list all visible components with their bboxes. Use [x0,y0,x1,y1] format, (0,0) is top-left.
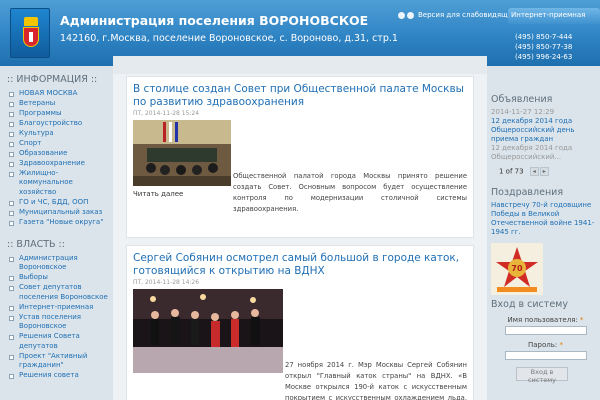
sidebar-item-council-decisions[interactable]: Решения Совета депутатов [4,332,108,351]
square-bullet-icon [9,131,14,137]
announcements-title: Объявления [491,94,553,105]
circle-icon [398,12,405,19]
news-article: В столице создан Совет при Общественной … [126,76,474,238]
username-field[interactable] [504,326,587,335]
sidebar-item-housing[interactable]: Жилищно-коммунальное хозяйство [4,169,108,198]
info-menu: НОВАЯ МОСКВА Ветераны Программы Благоуст… [4,89,108,228]
crown-icon [24,17,38,26]
sidebar-item-active-citizen[interactable]: Проект "Активный гражданин" [4,352,108,371]
square-bullet-icon [9,111,14,117]
sidebar-item-elections[interactable]: Выборы [4,273,108,283]
sidebar-item-internet-reception[interactable]: Интернет-приемная [4,303,108,313]
coat-of-arms-logo[interactable] [10,8,50,58]
password-label: Пароль: * [528,341,563,349]
phone-number: (495) 996-24-63 [515,53,573,61]
square-bullet-icon [9,221,14,227]
site-title[interactable]: Администрация поселения ВОРОНОВСКОЕ [60,13,368,28]
sidebar-item-municipal-order[interactable]: Муниципальный заказ [4,208,108,218]
square-bullet-icon [9,211,14,217]
phone-number: (495) 850-7-444 [515,33,573,41]
square-bullet-icon [9,335,14,341]
skating-rink-photo[interactable] [133,289,283,373]
low-vision-link[interactable]: Версия для слабовидящих [418,11,516,19]
top-nav: Версия для слабовидящих Интернет-приемна… [398,8,600,24]
sidebar-item-healthcare[interactable]: Здравоохранение [4,159,108,169]
sidebar-item-programs[interactable]: Программы [4,109,108,119]
announcement-teaser: 12 декабря 2014 года Общероссийский... [491,144,573,161]
square-bullet-icon [9,161,14,167]
sidebar-item-council[interactable]: Совет депутатов поселения Вороновское [4,283,108,302]
login-title: Вход в систему [491,299,568,310]
square-bullet-icon [9,276,14,282]
sidebar-item-culture[interactable]: Культура [4,129,108,139]
announcement-date: 2014-11-27 12:29 [491,108,555,116]
login-button[interactable]: Вход в систему [516,367,568,384]
shield-icon [23,27,39,47]
congratulations-title: Поздравления [491,187,564,198]
sidebar-item-civil-defense[interactable]: ГО и ЧС, БДД, ООП [4,198,108,208]
phone-list: (495) 850-7-444 (495) 850-77-38 (495) 99… [515,32,572,62]
article-title[interactable]: В столице создан Совет при Общественной … [127,77,473,109]
sidebar-item-council-resolutions[interactable]: Решения совета [4,371,108,381]
square-bullet-icon [9,151,14,157]
prev-arrow-icon[interactable]: ◂ [529,167,539,176]
square-bullet-icon [9,305,14,311]
info-section-title: :: ИНФОРМАЦИЯ :: [7,74,98,85]
phone-number: (495) 850-77-38 [515,43,573,51]
sidebar-item-improvement[interactable]: Благоустройство [4,119,108,129]
sidebar-item-administration[interactable]: Администрация Вороновское [4,254,108,273]
username-label: Имя пользователя: * [507,316,584,324]
sidebar-item-charter[interactable]: Устав поселения Вороновское [4,313,108,332]
announcement-link[interactable]: 12 декабря 2014 года Общероссийский день… [491,117,600,144]
main-content: В столице создан Совет при Общественной … [113,56,487,400]
article-date: ПТ, 2014-11-28 14:26 [133,279,200,286]
square-bullet-icon [9,92,14,97]
article-body: 27 ноября 2014 г. Мэр Москвы Сергей Собя… [127,289,473,400]
article-title[interactable]: Сергей Собянин осмотрел самый большой в … [127,246,473,278]
square-bullet-icon [9,286,14,292]
square-bullet-icon [9,354,14,360]
news-article: Сергей Собянин осмотрел самый большой в … [126,245,474,400]
sidebar-item-education[interactable]: Образование [4,149,108,159]
square-bullet-icon [9,121,14,127]
badge-number: 70 [511,264,523,273]
square-bullet-icon [9,256,14,262]
congratulations-link[interactable]: Навстречу 70-й годовщине Победы в Велико… [491,201,600,237]
right-sidebar: Объявления 2014-11-27 12:29 12 декабря 2… [491,94,600,400]
article-date: ПТ, 2014-11-28 15:24 [133,110,200,117]
victory-70-badge-icon[interactable]: 70 [491,243,543,295]
nav-tab-internet-reception[interactable]: Интернет-приемная [508,8,600,24]
square-bullet-icon [9,374,14,380]
meeting-photo[interactable] [133,120,231,186]
article-body: Общественной палатой города Москвы приня… [127,120,473,213]
square-bullet-icon [9,171,14,177]
square-bullet-icon [9,101,14,107]
content-top-bar [113,56,487,74]
square-bullet-icon [9,141,14,147]
circle-icon [407,12,414,19]
internet-reception-link[interactable]: Интернет-приемная [511,11,585,19]
sidebar-item-veterans[interactable]: Ветераны [4,99,108,109]
square-bullet-icon [9,201,14,207]
power-section-title: :: ВЛАСТЬ :: [7,238,65,250]
pager-count: 1 of 73 [499,167,524,176]
site-address: 142160, г.Москва, поселение Вороновское,… [60,33,398,44]
sidebar-item-new-moscow[interactable]: НОВАЯ МОСКВА [4,89,108,99]
sidebar-item-sport[interactable]: Спорт [4,139,108,149]
announcement-pager: 1 of 73 ◂ ▸ [499,167,600,176]
next-arrow-icon[interactable]: ▸ [539,167,549,176]
left-sidebar: :: ИНФОРМАЦИЯ :: НОВАЯ МОСКВА Ветераны П… [4,70,108,400]
square-bullet-icon [9,315,14,321]
password-field[interactable] [504,351,587,360]
power-menu: Администрация Вороновское Выборы Совет д… [4,254,108,381]
sidebar-item-newspaper[interactable]: Газета "Новые округа" [4,218,108,228]
